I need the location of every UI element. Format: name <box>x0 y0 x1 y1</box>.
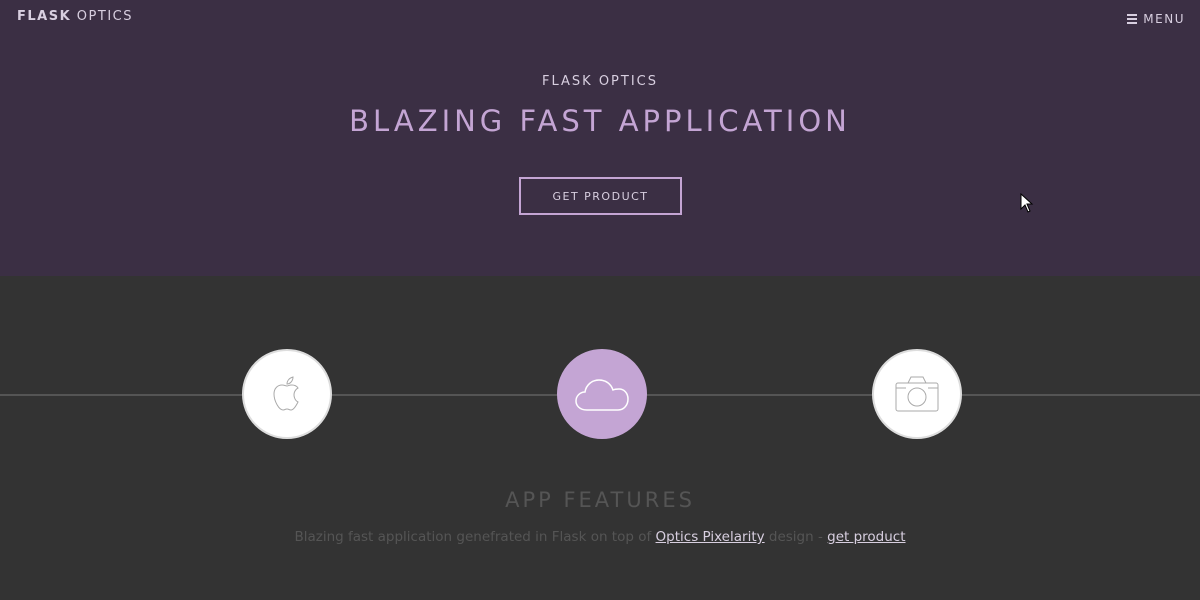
mouse-cursor-icon <box>1020 193 1034 213</box>
features-description: Blazing fast application genefrated in F… <box>0 529 1200 545</box>
get-product-button[interactable]: GET PRODUCT <box>519 177 682 215</box>
brand-bold: FLASK <box>17 9 72 24</box>
menu-button[interactable]: MENU <box>1127 12 1185 26</box>
hamburger-icon <box>1127 14 1138 24</box>
desc-middle: design - <box>764 529 828 545</box>
apple-icon <box>273 376 299 411</box>
hero-subtitle: FLASK OPTICS <box>542 74 658 89</box>
cloud-icon <box>575 379 629 411</box>
hero-title: BLAZING FAST APPLICATION <box>349 104 851 138</box>
camera-icon <box>895 376 939 412</box>
brand-light: OPTICS <box>71 9 133 24</box>
desc-prefix: Blazing fast application genefrated in F… <box>294 529 656 545</box>
optics-pixelarity-link[interactable]: Optics Pixelarity <box>656 529 765 545</box>
apple-feature-button[interactable] <box>242 349 332 439</box>
cloud-feature-button[interactable] <box>557 349 647 439</box>
brand-logo[interactable]: FLASK OPTICS <box>17 9 133 24</box>
menu-label: MENU <box>1143 12 1185 26</box>
hero-section: FLASK OPTICS MENU FLASK OPTICS BLAZING F… <box>0 0 1200 276</box>
get-product-link[interactable]: get product <box>827 529 905 545</box>
features-title: APP FEATURES <box>505 488 695 512</box>
camera-feature-button[interactable] <box>872 349 962 439</box>
features-section: APP FEATURES Blazing fast application ge… <box>0 276 1200 600</box>
